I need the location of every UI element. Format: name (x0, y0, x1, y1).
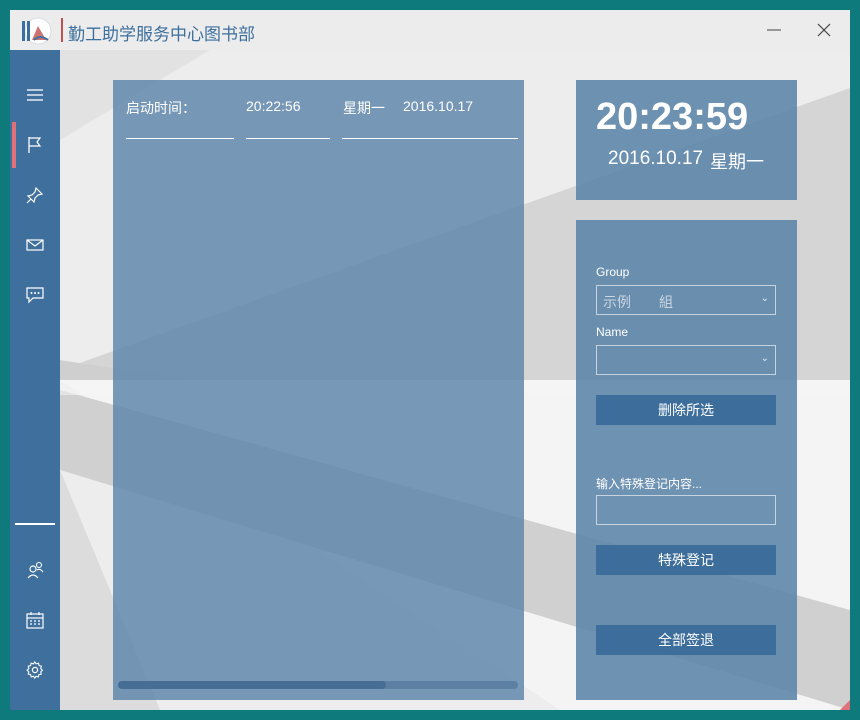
group-label: Group (596, 265, 630, 279)
app-window: 勤工助学服务中心图书部 启动时间： 20:22:56 星期一 2016.10.1… (10, 10, 850, 710)
close-button[interactable] (800, 10, 848, 50)
chat-icon (26, 287, 44, 304)
clock-panel: 20:23:59 2016.10.17 星期一 (576, 80, 797, 200)
sign-out-all-button[interactable]: 全部签退 (596, 625, 776, 655)
sidebar-item-flag[interactable] (10, 123, 60, 167)
sidebar-item-mail[interactable] (10, 223, 60, 267)
sidebar-divider (15, 523, 55, 525)
log-underline (126, 138, 234, 139)
clock-weekday: 星期一 (710, 152, 764, 172)
scrollbar-thumb[interactable] (118, 681, 386, 689)
log-underline (246, 138, 330, 139)
minimize-icon (767, 29, 781, 31)
clock-date: 2016.10.17 (608, 148, 704, 169)
logo-divider (61, 18, 63, 42)
resize-grip[interactable] (840, 700, 850, 710)
start-date: 2016.10.17 (403, 98, 474, 114)
sidebar-item-calendar[interactable] (10, 598, 60, 642)
sidebar-item-settings[interactable] (10, 648, 60, 692)
sidebar-item-pin[interactable] (10, 173, 60, 217)
horizontal-scrollbar[interactable] (118, 681, 518, 689)
app-title: 勤工助学服务中心图书部 (68, 25, 255, 45)
minimize-button[interactable] (750, 10, 798, 50)
special-entry-input[interactable] (596, 495, 776, 525)
sidebar-item-chat[interactable] (10, 273, 60, 317)
main-area: 启动时间： 20:22:56 星期一 2016.10.17 20:23:59 2… (60, 50, 850, 710)
group-select[interactable]: 示例 組 ⌄ (596, 285, 776, 315)
flag-icon (28, 137, 42, 153)
pin-icon (26, 186, 44, 204)
sidebar (10, 50, 60, 710)
special-register-button[interactable]: 特殊登记 (596, 545, 776, 575)
users-icon (27, 561, 44, 579)
start-time-value: 20:22:56 (246, 98, 301, 114)
close-icon (817, 23, 831, 37)
log-panel: 启动时间： 20:22:56 星期一 2016.10.17 (113, 80, 524, 700)
start-weekday: 星期一 (343, 100, 385, 116)
name-select[interactable]: ⌄ (596, 345, 776, 375)
delete-selected-button[interactable]: 删除所选 (596, 395, 776, 425)
special-entry-label: 输入特殊登记内容... (596, 477, 703, 491)
name-label: Name (596, 325, 629, 339)
group-select-value: 示例 組 (603, 294, 673, 310)
mail-icon (26, 239, 44, 251)
clock-time: 20:23:59 (596, 96, 749, 138)
gear-icon (26, 661, 44, 679)
chevron-down-icon: ⌄ (760, 353, 769, 364)
calendar-icon (26, 612, 44, 629)
sidebar-item-users[interactable] (10, 548, 60, 592)
sidebar-item-menu[interactable] (10, 73, 60, 117)
log-underline (342, 138, 518, 139)
app-logo-icon (22, 17, 52, 45)
title-bar[interactable]: 勤工助学服务中心图书部 (10, 10, 850, 50)
log-row: 启动时间： 20:22:56 星期一 2016.10.17 (113, 80, 524, 140)
form-panel: Group 示例 組 ⌄ Name ⌄ 删除所选 输入特殊登记内容... 特殊登… (576, 220, 797, 700)
chevron-down-icon: ⌄ (760, 293, 769, 304)
start-time-label: 启动时间： (126, 100, 196, 116)
hamburger-menu-icon (27, 89, 43, 101)
